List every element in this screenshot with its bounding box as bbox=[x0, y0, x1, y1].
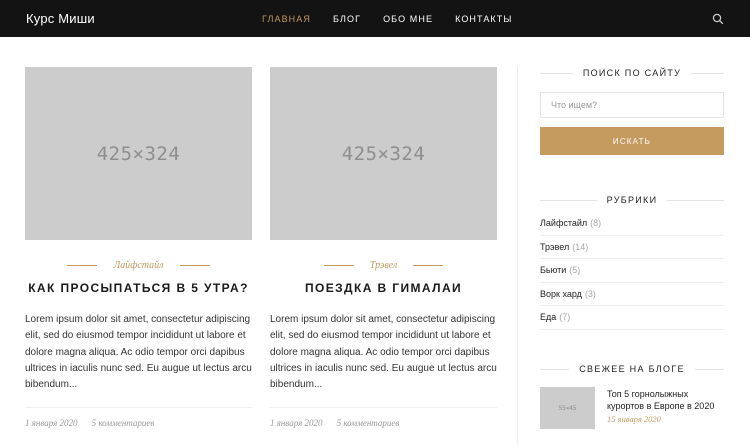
recent-post-title[interactable]: Топ 5 горнолыжных курортов в Европе в 20… bbox=[607, 388, 725, 412]
post-date: 1 января 2020 bbox=[270, 418, 323, 429]
category-count: (14) bbox=[572, 241, 589, 252]
post-comments-link[interactable]: 5 комментариев bbox=[337, 418, 400, 428]
post-excerpt: Lorem ipsum dolor sit amet, consectetur … bbox=[25, 314, 252, 391]
post-comments-link[interactable]: 5 комментариев bbox=[92, 418, 155, 428]
nav-item-blog[interactable]: Блог bbox=[333, 14, 361, 24]
post-category-row: Лайфстайл bbox=[25, 258, 252, 272]
category-item-beauty[interactable]: Бьюти (5) bbox=[540, 259, 724, 283]
post-thumbnail[interactable]: 425×324 bbox=[25, 67, 252, 240]
category-count: (7) bbox=[559, 312, 571, 323]
heading-line bbox=[691, 72, 724, 74]
widget-title: Поиск по сайту bbox=[582, 68, 682, 78]
post-excerpt: Lorem ipsum dolor sit amet, consectetur … bbox=[270, 314, 497, 391]
category-name: Еда bbox=[540, 312, 557, 323]
categories-widget-heading: Рубрики bbox=[540, 194, 724, 206]
category-item-travel[interactable]: Трэвел (14) bbox=[540, 236, 724, 259]
category-divider bbox=[179, 264, 210, 266]
category-divider bbox=[323, 264, 354, 266]
site-logo[interactable]: Курс Миши bbox=[26, 11, 95, 26]
post-divider bbox=[25, 407, 252, 409]
thumbnail-size-label: 425×324 bbox=[96, 142, 181, 165]
category-name: Ворк хард bbox=[540, 288, 582, 299]
category-item-work-hard[interactable]: Ворк хард (3) bbox=[540, 283, 724, 306]
search-widget-heading: Поиск по сайту bbox=[540, 67, 724, 79]
post-card: 425×324 Трэвел Поездка в Гималаи Lorem i… bbox=[270, 67, 497, 428]
sidebar-divider bbox=[517, 67, 518, 445]
category-item-lifestyle[interactable]: Лайфстайл (8) bbox=[540, 212, 724, 236]
nav-item-about[interactable]: Обо мне bbox=[383, 14, 433, 24]
heading-line bbox=[540, 368, 570, 370]
category-divider bbox=[67, 264, 98, 266]
widget-title: Свежее на блоге bbox=[579, 364, 685, 374]
post-category-link[interactable]: Трэвел bbox=[370, 260, 397, 271]
post-title[interactable]: Как просыпаться в 5 утра? bbox=[25, 281, 252, 295]
search-submit-button[interactable]: Искать bbox=[540, 127, 724, 155]
thumbnail-size-label: 55×45 bbox=[558, 404, 577, 412]
category-item-food[interactable]: Еда (7) bbox=[540, 306, 724, 330]
post-meta: 1 января 2020 5 комментариев bbox=[25, 418, 252, 428]
category-divider bbox=[413, 264, 444, 266]
post-category-row: Трэвел bbox=[270, 258, 497, 272]
widget-title: Рубрики bbox=[606, 195, 658, 205]
post-thumbnail[interactable]: 425×324 bbox=[270, 67, 497, 240]
nav-item-contacts[interactable]: Контакты bbox=[455, 14, 512, 24]
heading-line bbox=[694, 368, 725, 370]
post-card: 425×324 Лайфстайл Как просыпаться в 5 ут… bbox=[25, 67, 252, 428]
category-count: (8) bbox=[590, 218, 602, 229]
main-nav: Главная Блог Обо мне Контакты bbox=[262, 0, 534, 37]
nav-item-home[interactable]: Главная bbox=[262, 14, 311, 24]
post-meta: 1 января 2020 5 комментариев bbox=[270, 418, 497, 428]
category-count: (5) bbox=[569, 265, 581, 276]
category-name: Трэвел bbox=[540, 241, 570, 252]
category-count: (3) bbox=[584, 288, 596, 299]
recent-post-date: 15 января 2020 bbox=[607, 414, 661, 424]
heading-line bbox=[667, 199, 724, 201]
post-category-link[interactable]: Лайфстайл bbox=[113, 260, 163, 271]
heading-line bbox=[540, 72, 573, 74]
recent-widget-heading: Свежее на блоге bbox=[540, 363, 725, 375]
post-divider bbox=[270, 407, 497, 409]
category-name: Лайфстайл bbox=[540, 218, 588, 229]
category-name: Бьюти bbox=[540, 265, 567, 276]
category-list: Лайфстайл (8) Трэвел (14) Бьюти (5) Ворк ха… bbox=[540, 212, 724, 330]
site-header: Курс Миши Главная Блог Обо мне Контакты bbox=[0, 0, 750, 37]
heading-line bbox=[540, 199, 597, 201]
recent-post-thumbnail[interactable]: 55×45 bbox=[540, 387, 595, 429]
thumbnail-size-label: 425×324 bbox=[341, 142, 426, 165]
post-title[interactable]: Поездка в Гималаи bbox=[270, 281, 497, 295]
post-date: 1 января 2020 bbox=[25, 418, 78, 429]
search-icon[interactable] bbox=[712, 12, 724, 25]
search-input[interactable] bbox=[540, 92, 724, 118]
